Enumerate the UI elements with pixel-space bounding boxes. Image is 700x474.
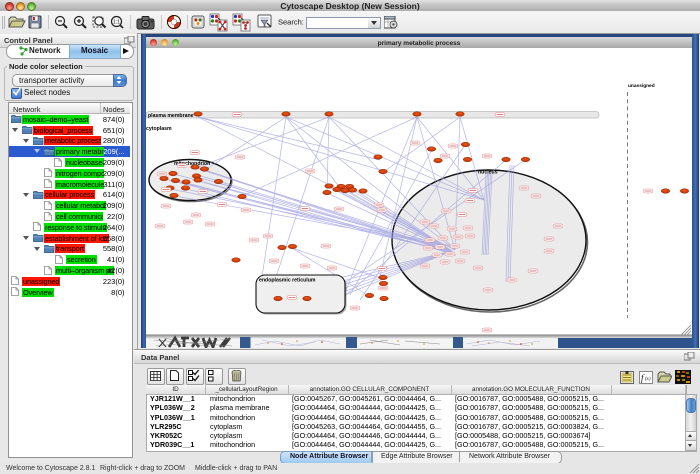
svg-text:(x): (x) (645, 377, 651, 382)
svg-text:endoplasmic reticulum: endoplasmic reticulum (259, 278, 316, 284)
svg-text:plasma membrane: plasma membrane (148, 113, 194, 119)
svg-text:nucleus: nucleus (478, 170, 498, 176)
svg-text:Search:: Search: (278, 18, 304, 27)
svg-text:unassigned: unassigned (628, 83, 655, 89)
svg-text:1:1: 1:1 (113, 20, 120, 26)
svg-text:cytoplasm: cytoplasm (146, 126, 172, 132)
